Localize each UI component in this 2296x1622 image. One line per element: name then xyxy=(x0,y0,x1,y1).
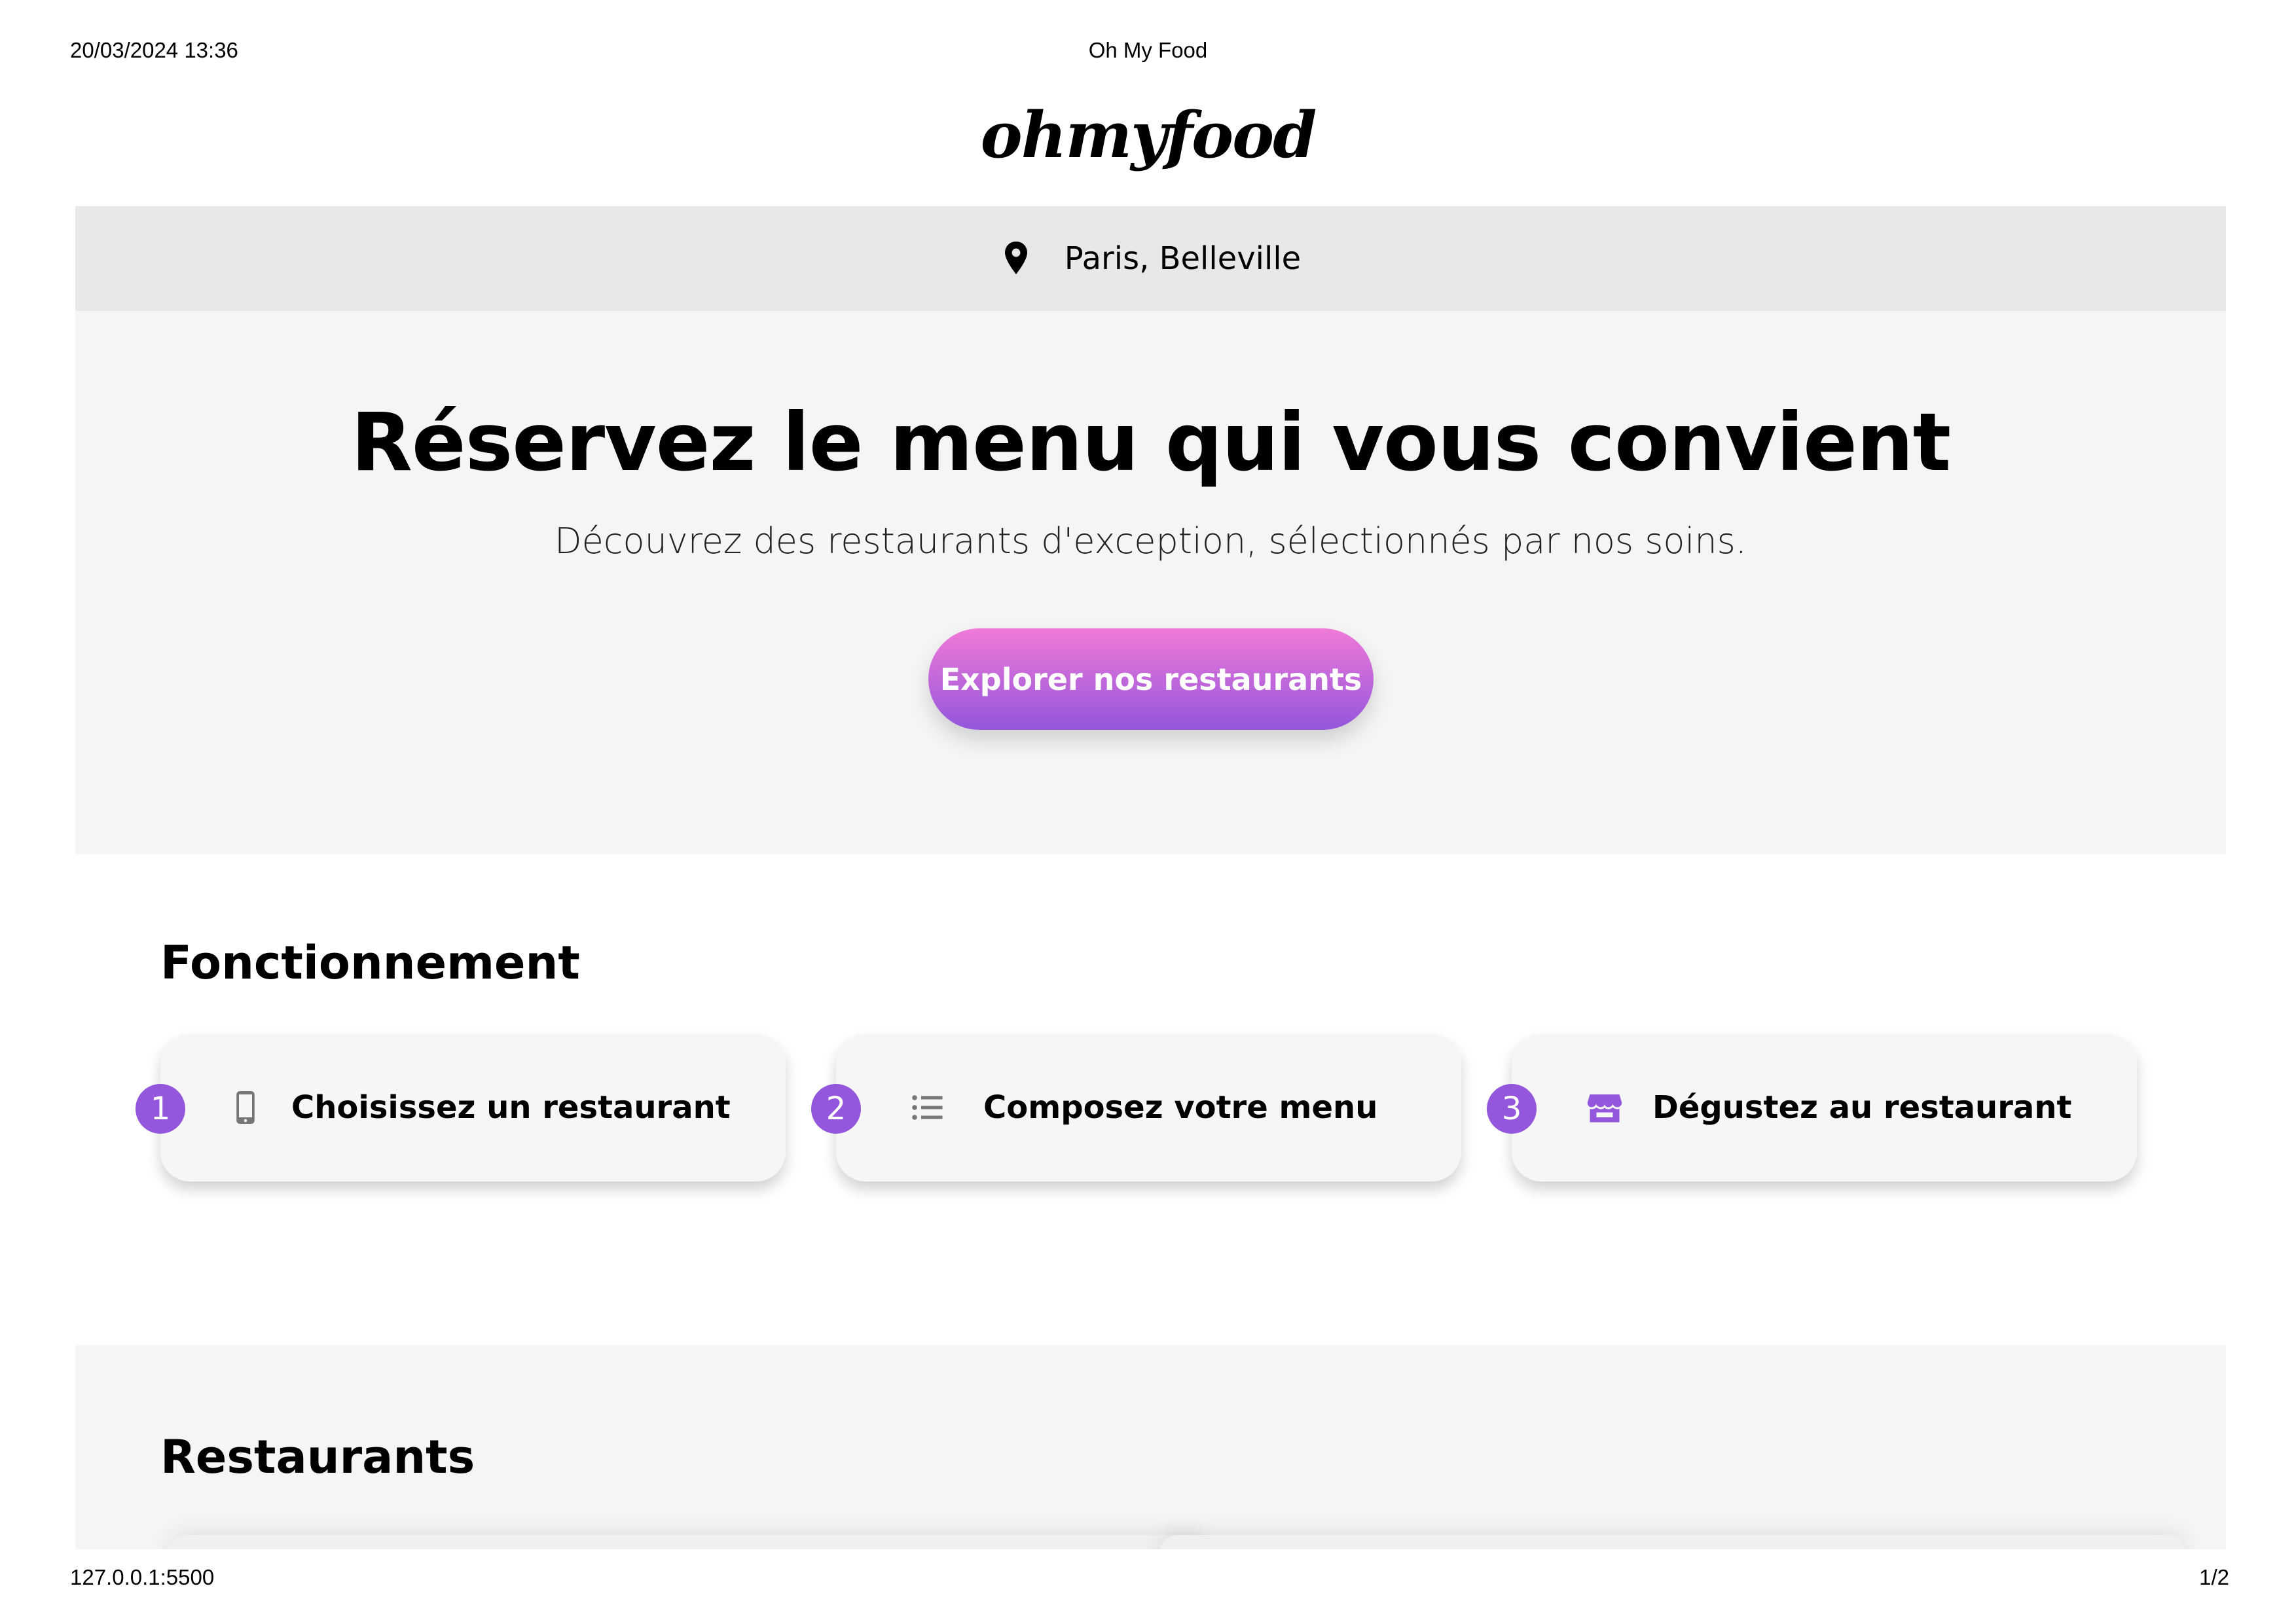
step-number-badge: 2 xyxy=(811,1084,861,1134)
step-label: Composez votre menu xyxy=(983,1089,1378,1126)
restaurant-card[interactable] xyxy=(167,1535,1208,1549)
map-pin-icon xyxy=(1004,242,1027,274)
step-label: Dégustez au restaurant xyxy=(1652,1089,2072,1126)
hero-section: Réservez le menu qui vous convient Décou… xyxy=(75,311,2226,854)
step-number-badge: 1 xyxy=(136,1084,185,1134)
store-icon xyxy=(1585,1088,1624,1127)
list-icon xyxy=(908,1088,947,1127)
ohmyfood-logo[interactable]: ohmyfood xyxy=(0,98,2296,172)
print-url: 127.0.0.1:5500 xyxy=(70,1565,215,1589)
explore-restaurants-button[interactable]: Explorer nos restaurants xyxy=(928,628,1374,730)
hero-subtitle: Découvrez des restaurants d'exception, s… xyxy=(555,520,1747,562)
location-bar: Paris, Belleville xyxy=(75,206,2226,311)
restaurant-card[interactable] xyxy=(1159,1535,2187,1549)
print-doc-title: Oh My Food xyxy=(1088,38,1208,62)
step-card-2: 2 Composez votre menu xyxy=(811,1034,1461,1181)
page-content: Paris, Belleville Réservez le menu qui v… xyxy=(75,206,2226,1549)
print-footer: 127.0.0.1:5500 1/2 xyxy=(0,1565,2296,1594)
smartphone-icon xyxy=(226,1088,265,1127)
print-header: 20/03/2024 13:36 Oh My Food xyxy=(0,38,2296,67)
how-it-works-title: Fonctionnement xyxy=(160,936,580,990)
restaurants-title: Restaurants xyxy=(160,1430,475,1484)
step-card-3: 3 Dégustez au restaurant xyxy=(1487,1034,2137,1181)
step-label: Choisissez un restaurant xyxy=(291,1089,731,1126)
print-page-counter: 1/2 xyxy=(2199,1565,2229,1589)
location-text: Paris, Belleville xyxy=(1064,240,1302,277)
step-number-badge: 3 xyxy=(1487,1084,1537,1134)
step-card-1: 1 Choisissez un restaurant xyxy=(136,1034,786,1181)
hero-title: Réservez le menu qui vous convient xyxy=(350,396,1951,489)
